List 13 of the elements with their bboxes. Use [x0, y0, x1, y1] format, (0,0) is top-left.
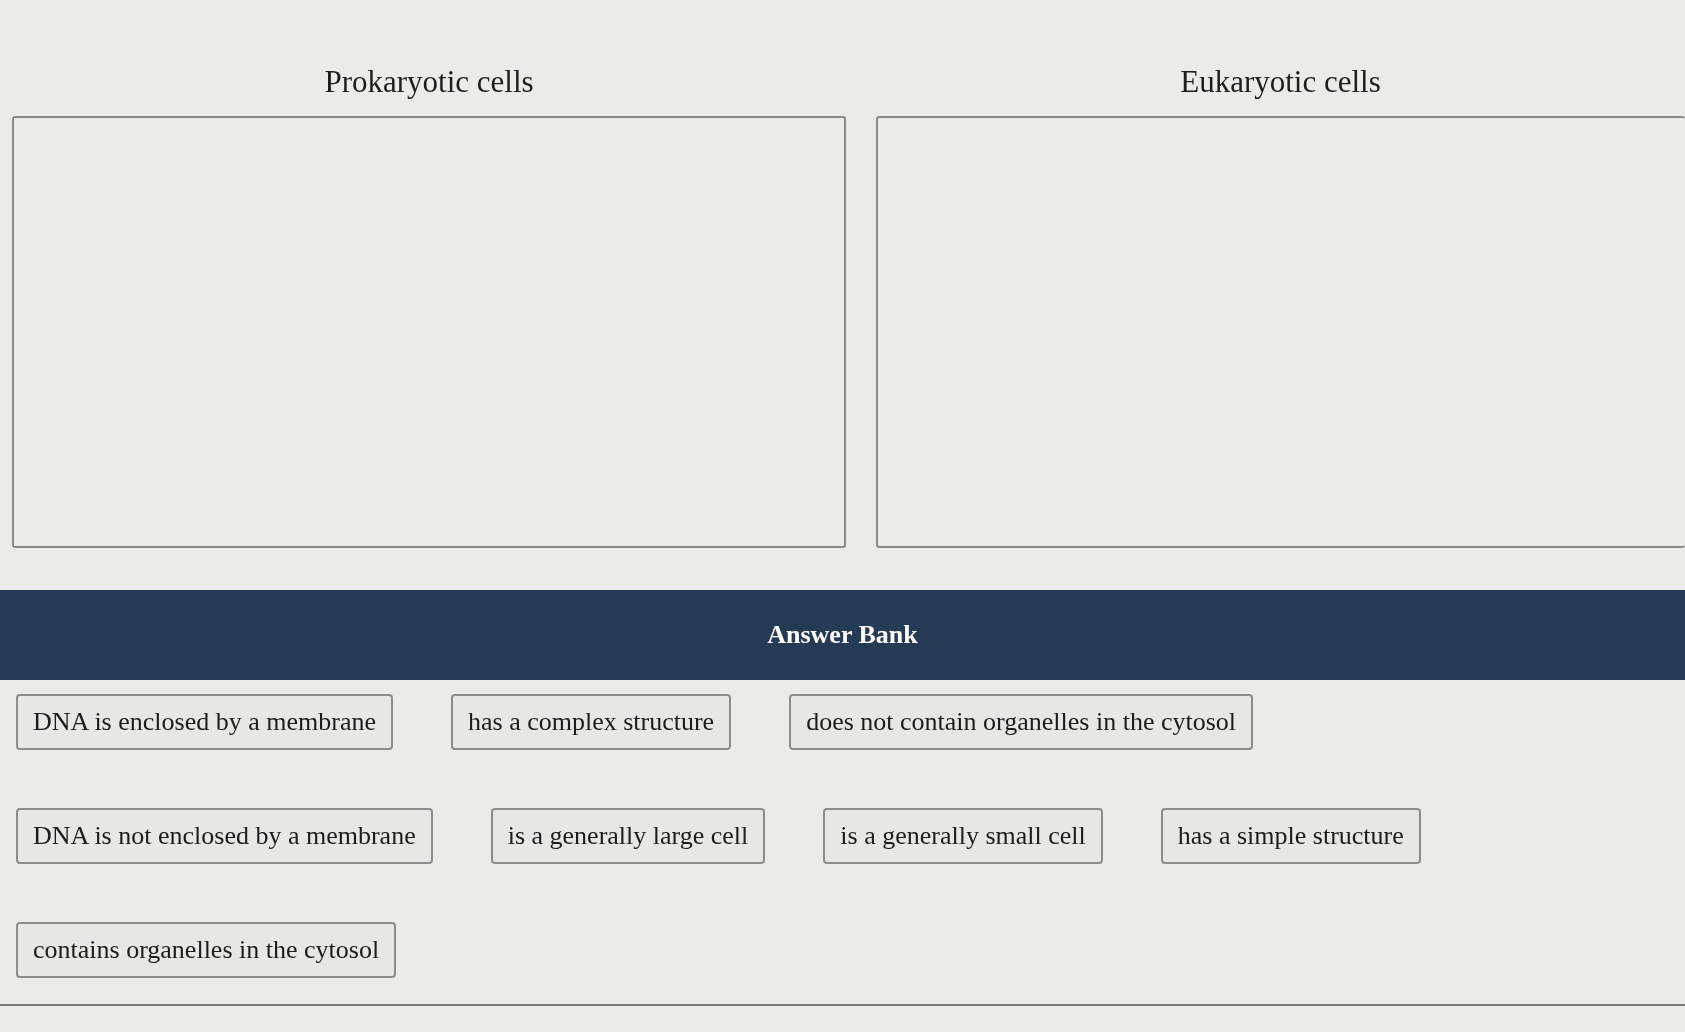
- zone-title: Eukaryotic cells: [1180, 63, 1381, 101]
- answer-tile[interactable]: has a simple structure: [1160, 808, 1421, 864]
- answer-tile[interactable]: DNA is not enclosed by a membrane: [16, 808, 433, 864]
- answer-tile[interactable]: does not contain organelles in the cytosol: [789, 694, 1254, 750]
- answer-tile[interactable]: is a generally large cell: [490, 808, 766, 864]
- answer-tile[interactable]: is a generally small cell: [823, 808, 1103, 864]
- drop-zone[interactable]: [12, 116, 846, 548]
- answer-tile[interactable]: contains organelles in the cytosol: [16, 922, 397, 978]
- answer-bank-title: Answer Bank: [767, 620, 918, 650]
- answer-tile[interactable]: has a complex structure: [450, 694, 732, 750]
- answer-tile[interactable]: DNA is enclosed by a membrane: [16, 694, 393, 750]
- zone-title: Prokaryotic cells: [324, 63, 534, 101]
- drop-zone[interactable]: [876, 116, 1685, 548]
